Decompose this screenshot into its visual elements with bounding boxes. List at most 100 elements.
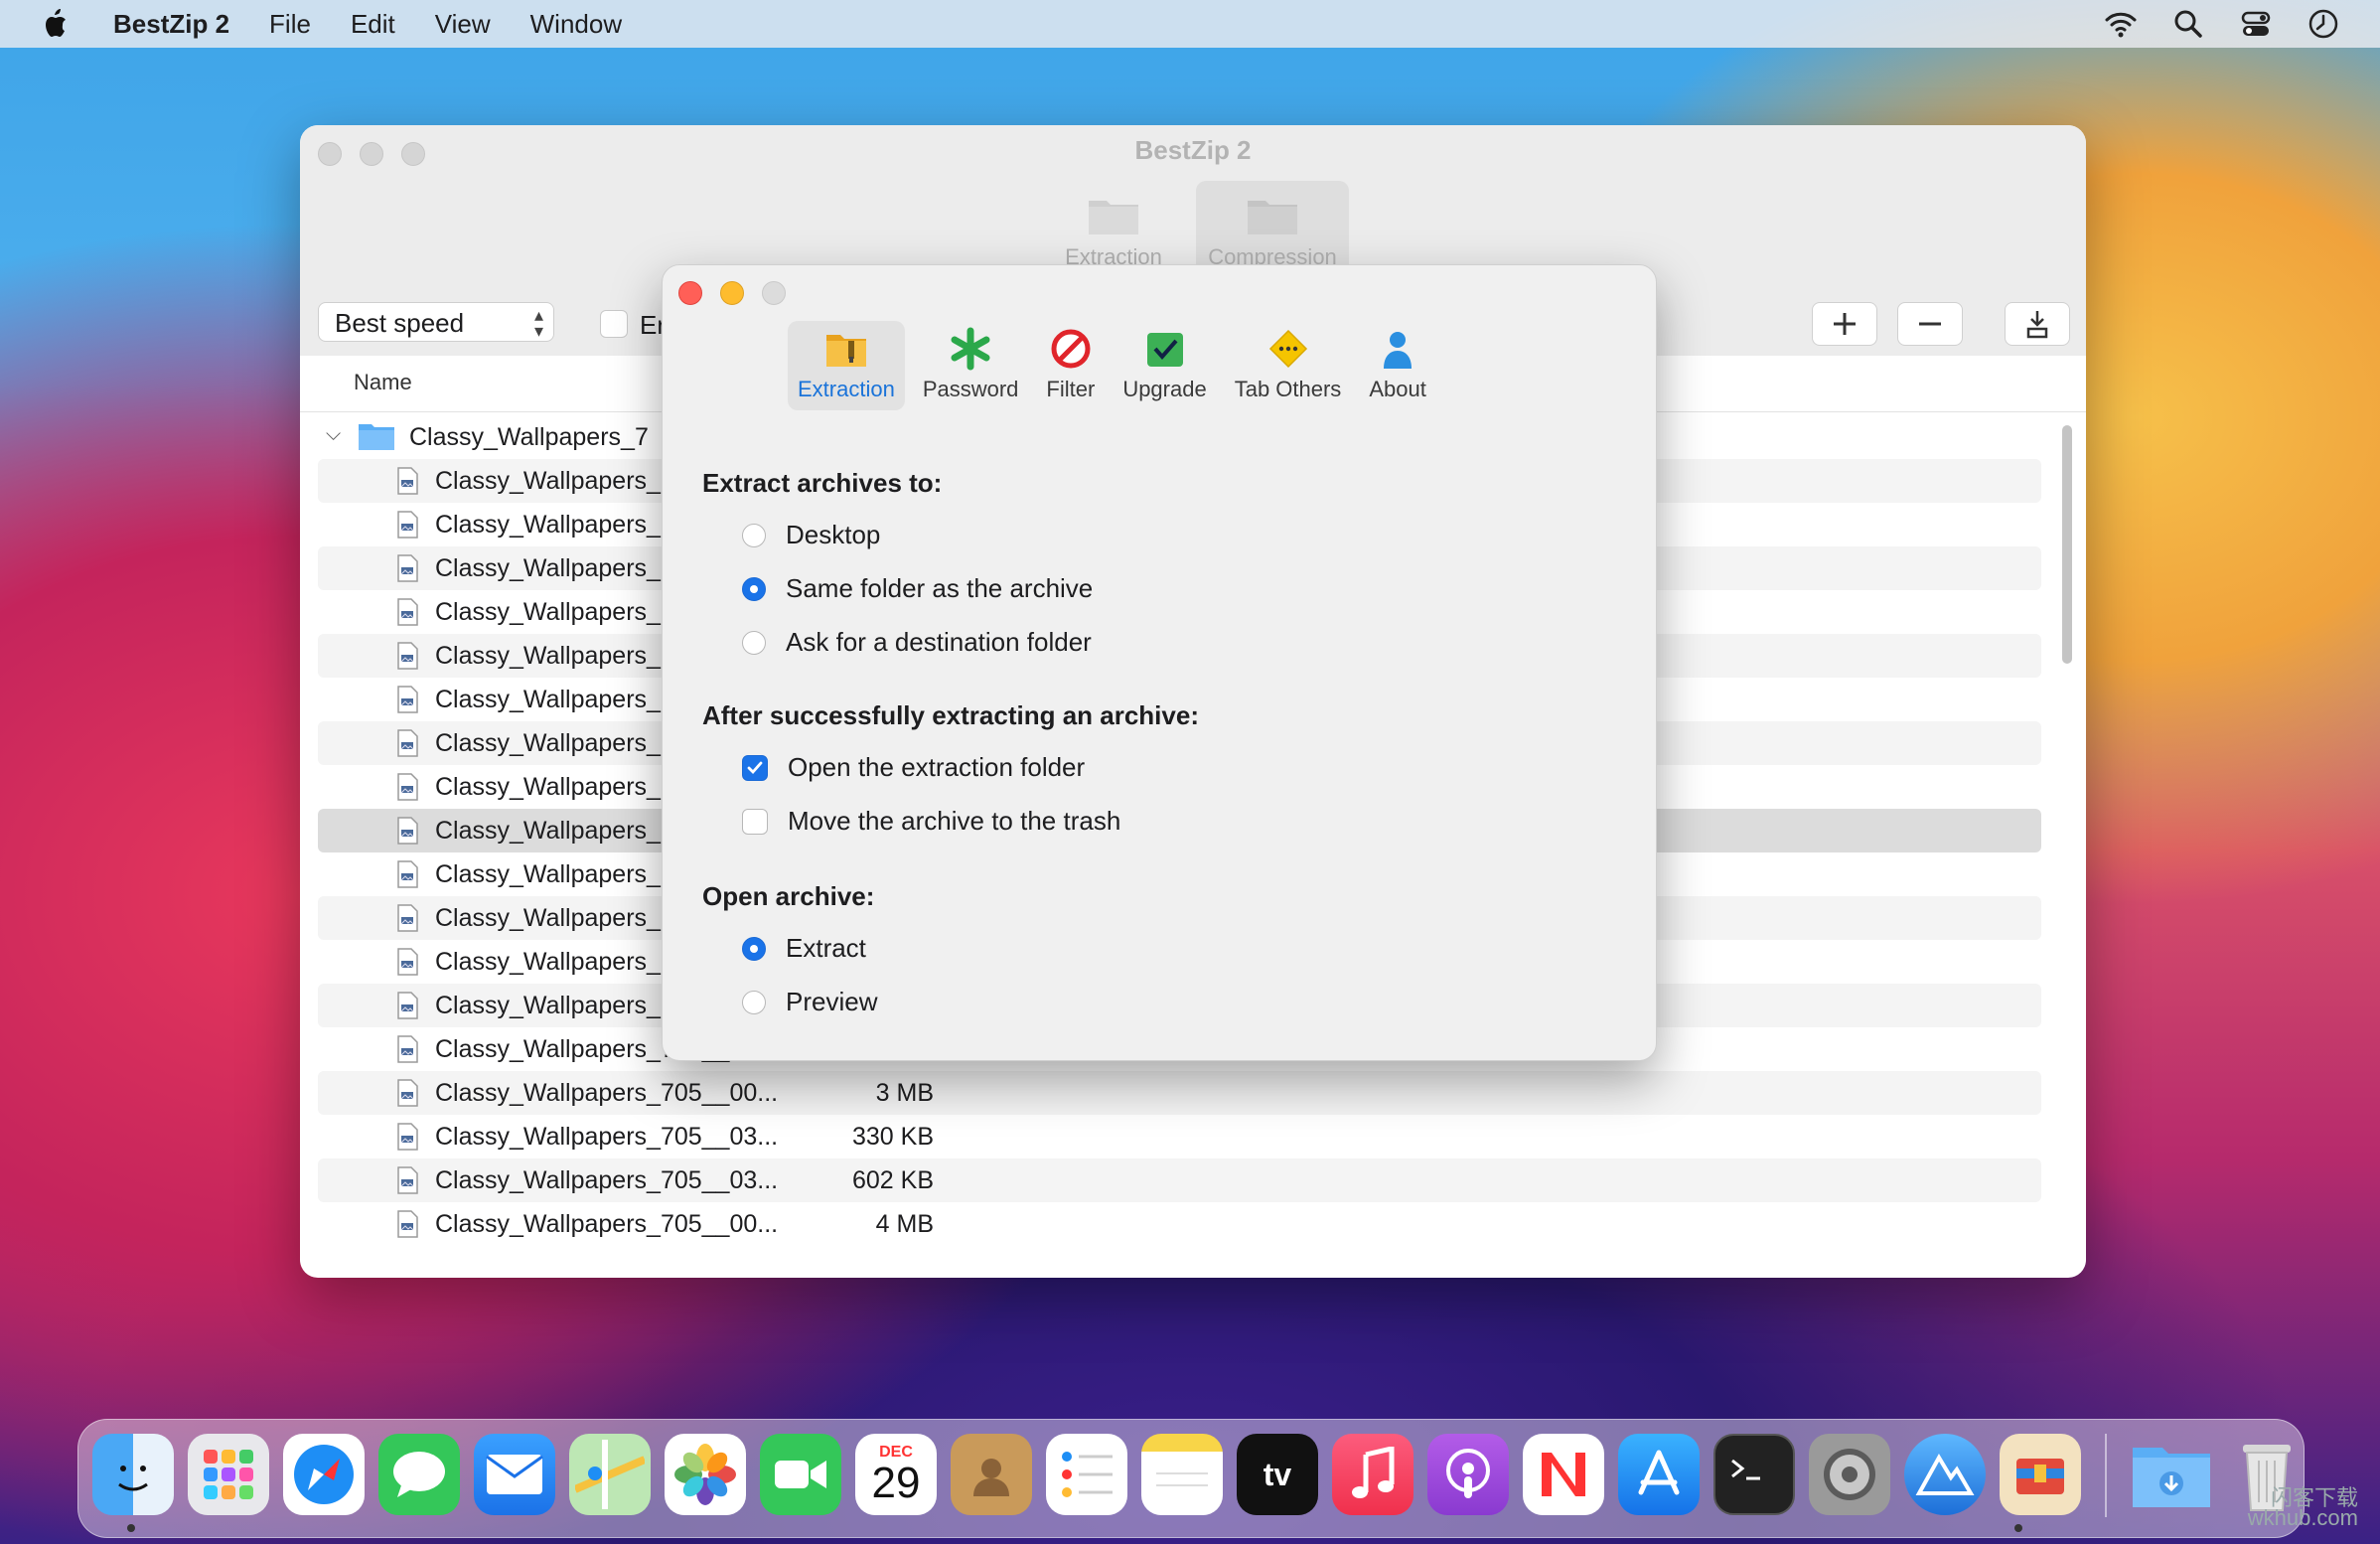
option-same-folder[interactable]: Same folder as the archive <box>742 573 1093 604</box>
option-ask-destination[interactable]: Ask for a destination folder <box>742 627 1092 658</box>
prefs-tab-extraction-label: Extraction <box>798 377 895 401</box>
file-row[interactable]: Classy_Wallpapers_705__00... 3 MB <box>318 1071 2041 1115</box>
downloads-folder-icon[interactable] <box>2131 1434 2212 1515</box>
photos-icon[interactable] <box>665 1434 746 1515</box>
file-name: Classy_Wallpapers_705__00... <box>435 1210 779 1238</box>
checkbox-move-trash[interactable] <box>742 808 768 835</box>
file-name: Classy_Wallpapers_ <box>435 860 661 888</box>
menu-file[interactable]: File <box>269 9 311 40</box>
name-column-header[interactable]: Name <box>354 370 412 395</box>
news-icon[interactable] <box>1523 1434 1604 1515</box>
option-open-folder-label: Open the extraction folder <box>788 752 1086 782</box>
radio-ask-destination[interactable] <box>742 630 766 655</box>
menu-window[interactable]: Window <box>530 9 622 40</box>
main-window-title: BestZip 2 <box>1134 135 1252 165</box>
radio-same-folder[interactable] <box>742 576 766 601</box>
option-preview-label: Preview <box>786 987 878 1016</box>
prefs-tab-upgrade-label: Upgrade <box>1122 377 1207 401</box>
file-name: Classy_Wallpapers_ <box>435 598 661 626</box>
prefs-close-button[interactable] <box>678 281 702 305</box>
maps-icon[interactable] <box>569 1434 651 1515</box>
podcasts-icon[interactable] <box>1427 1434 1509 1515</box>
finder-icon[interactable] <box>92 1434 174 1515</box>
no-entry-icon <box>1051 329 1091 369</box>
file-icon <box>397 860 418 888</box>
notes-icon[interactable] <box>1141 1434 1223 1515</box>
spotlight-search-icon[interactable] <box>2171 8 2205 40</box>
file-size: 4 MB <box>875 1210 934 1238</box>
safari-icon[interactable] <box>283 1434 365 1515</box>
menu-view[interactable]: View <box>435 9 491 40</box>
remove-files-button[interactable] <box>1897 302 1963 346</box>
asterisk-icon <box>951 327 990 371</box>
apple-menu-icon[interactable] <box>42 8 70 40</box>
option-ask-destination-label: Ask for a destination folder <box>786 627 1092 657</box>
launchpad-icon[interactable] <box>188 1434 269 1515</box>
file-size: 3 MB <box>875 1079 934 1107</box>
folder-icon <box>359 424 394 450</box>
plus-icon <box>1834 313 1856 335</box>
control-center-icon[interactable] <box>2239 8 2273 40</box>
radio-desktop[interactable] <box>742 523 766 547</box>
folder-icon <box>1248 201 1297 234</box>
compress-button[interactable] <box>2005 302 2070 346</box>
file-icon <box>397 467 418 495</box>
file-name: Classy_Wallpapers_705__00... <box>435 1079 779 1107</box>
file-name: Classy_Wallpapers_705__03... <box>435 1123 779 1151</box>
mail-icon[interactable] <box>474 1434 555 1515</box>
prefs-tab-filter-label: Filter <box>1046 377 1096 401</box>
menu-app-name[interactable]: BestZip 2 <box>113 9 229 40</box>
compress-icon <box>2026 311 2048 339</box>
disclosure-chevron-icon[interactable]: ⌵ <box>326 423 341 446</box>
bestzip-mountain-icon[interactable] <box>1904 1434 1986 1515</box>
prefs-tab-upgrade[interactable]: Upgrade <box>1113 321 1216 410</box>
music-icon[interactable] <box>1332 1434 1413 1515</box>
prefs-zoom-button[interactable] <box>762 281 786 305</box>
compression-level-select[interactable]: Best speed ▴ ▾ <box>318 302 554 342</box>
option-desktop[interactable]: Desktop <box>742 520 880 550</box>
prefs-tab-tab-others-label: Tab Others <box>1234 377 1342 401</box>
apple-tv-icon[interactable]: tv <box>1237 1434 1318 1515</box>
file-row[interactable]: Classy_Wallpapers_705__00... 4 MB <box>318 1202 2041 1246</box>
option-move-trash[interactable]: Move the archive to the trash <box>742 806 1120 837</box>
prefs-tab-filter[interactable]: Filter <box>1036 321 1105 410</box>
calendar-icon[interactable]: DEC 29 <box>855 1434 937 1515</box>
dock-separator <box>2105 1434 2107 1517</box>
contacts-icon[interactable] <box>951 1434 1032 1515</box>
file-icon <box>397 1123 418 1151</box>
add-files-button[interactable] <box>1812 302 1877 346</box>
facetime-icon[interactable] <box>760 1434 841 1515</box>
reminders-icon[interactable] <box>1046 1434 1127 1515</box>
file-name: Classy_Wallpapers_ <box>435 904 661 932</box>
app-store-icon[interactable] <box>1618 1434 1700 1515</box>
option-open-folder[interactable]: Open the extraction folder <box>742 752 1085 783</box>
preferences-panel: Extraction Password Filter Upgrade Tab O… <box>662 264 1657 1061</box>
file-row[interactable]: Classy_Wallpapers_705__03... 602 KB <box>318 1158 2041 1202</box>
file-row[interactable]: Classy_Wallpapers_705__03... 330 KB <box>318 1115 2041 1158</box>
checkbox-open-folder[interactable] <box>742 754 768 781</box>
file-icon <box>397 1079 418 1107</box>
messages-icon[interactable] <box>378 1434 460 1515</box>
diamond-dots-icon <box>1268 329 1307 369</box>
system-preferences-icon[interactable] <box>1809 1434 1890 1515</box>
encrypt-checkbox[interactable] <box>600 310 628 338</box>
radio-extract[interactable] <box>742 936 766 961</box>
prefs-tab-extraction[interactable]: Extraction <box>788 321 905 410</box>
option-preview[interactable]: Preview <box>742 987 877 1017</box>
menu-edit[interactable]: Edit <box>351 9 395 40</box>
after-extract-title: After successfully extracting an archive… <box>702 700 1199 730</box>
minus-icon <box>1919 322 1941 326</box>
option-same-folder-label: Same folder as the archive <box>786 573 1094 603</box>
prefs-minimize-button[interactable] <box>720 281 744 305</box>
radio-preview[interactable] <box>742 990 766 1014</box>
prefs-tab-password[interactable]: Password <box>913 321 1029 410</box>
archive-utility-icon[interactable] <box>2000 1434 2081 1515</box>
prefs-tab-about[interactable]: About <box>1359 321 1436 410</box>
clock-icon[interactable] <box>2306 8 2340 40</box>
prefs-tab-tab-others[interactable]: Tab Others <box>1225 321 1352 410</box>
option-extract[interactable]: Extract <box>742 933 866 964</box>
file-icon <box>397 598 418 626</box>
file-list-scrollbar[interactable] <box>2062 425 2072 664</box>
terminal-icon[interactable] <box>1713 1434 1795 1515</box>
wifi-icon[interactable] <box>2104 8 2138 40</box>
